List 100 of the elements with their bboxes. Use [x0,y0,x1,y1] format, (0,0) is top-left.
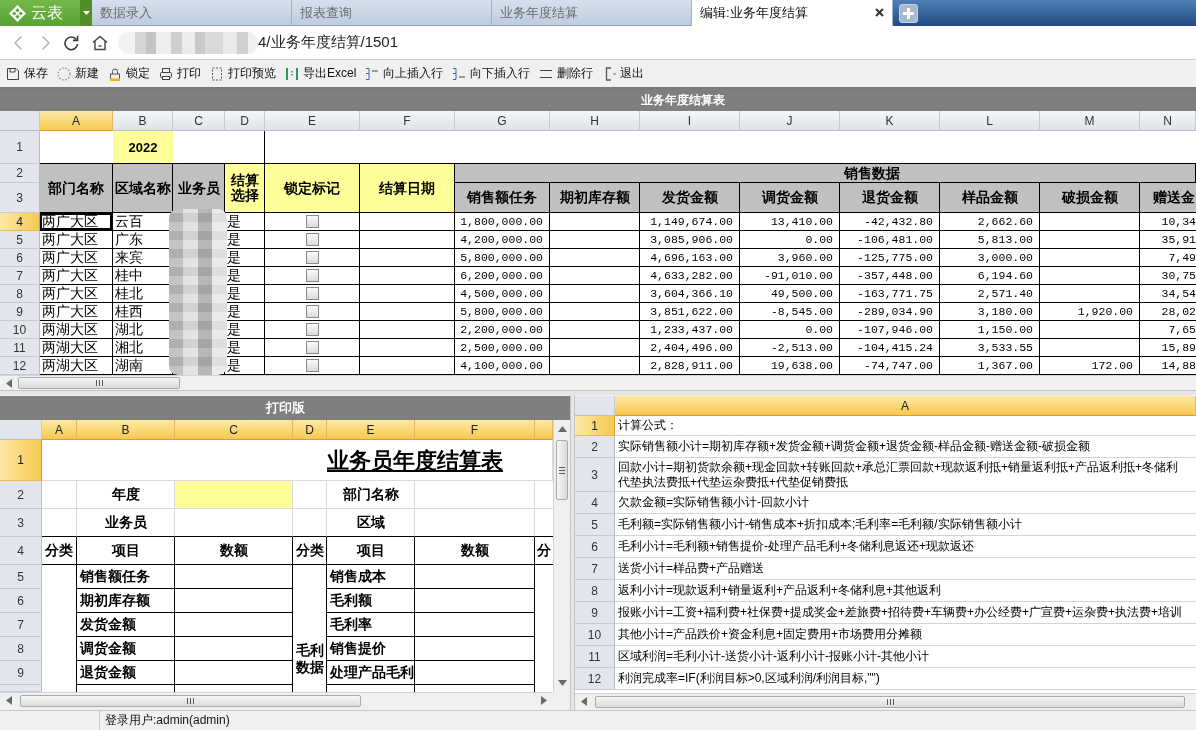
row-header[interactable]: 8 [0,637,42,661]
row-header[interactable]: 2 [575,436,615,458]
toolbar-button[interactable]: 删除行 [539,62,594,85]
scrollbar-thumb[interactable] [18,377,180,389]
row-header[interactable]: 9 [0,661,42,685]
horizontal-scrollbar[interactable] [0,692,553,708]
input-cell[interactable] [415,509,535,537]
checkbox[interactable] [305,305,319,318]
row-header[interactable]: 4 [0,213,40,231]
column-header[interactable]: G [455,111,550,131]
scroll-up-arrow-icon[interactable] [557,426,567,432]
tab[interactable]: 业务年度结算 [492,0,692,26]
row-header[interactable]: 7 [575,558,615,580]
column-header[interactable]: C [173,111,225,131]
row-header[interactable]: 2 [0,481,42,509]
row-header[interactable]: 1 [575,416,615,436]
row-header[interactable]: 5 [575,514,615,536]
column-header[interactable]: I [640,111,740,131]
address-text[interactable]: 4/业务年度结算/1501 [258,33,399,52]
toolbar-button[interactable]: 打印 [159,62,201,85]
row-header[interactable]: 1 [0,131,40,164]
checkbox[interactable] [305,287,319,300]
horizontal-scrollbar[interactable] [0,375,1196,390]
row-header[interactable]: 11 [575,646,615,668]
toolbar-button[interactable]: 锁定 [108,62,150,85]
toolbar-button[interactable]: 退出 [602,62,645,85]
scroll-left-arrow-icon[interactable] [581,697,587,706]
row-header[interactable]: 2 [0,164,40,183]
row-header[interactable]: 6 [575,536,615,558]
row-header[interactable]: 12 [575,668,615,690]
column-header[interactable]: E [265,111,360,131]
row-header[interactable]: 3 [0,509,42,537]
column-header[interactable]: D [293,420,327,440]
row-header[interactable]: 10 [575,624,615,646]
input-cell[interactable] [415,481,535,509]
row-header[interactable]: 6 [0,589,42,613]
new-tab-button[interactable] [899,3,918,23]
row-header[interactable]: 10 [0,321,40,339]
checkbox[interactable] [305,323,319,336]
refresh-icon[interactable] [63,34,79,51]
checkbox[interactable] [305,359,319,372]
toolbar-button[interactable]: 向下插入行 [452,62,531,85]
scrollbar-thumb[interactable] [556,440,568,500]
scrollbar-thumb[interactable] [595,695,1185,708]
tab[interactable]: 报表查询 [292,0,492,26]
home-icon[interactable] [92,34,108,51]
checkbox[interactable] [305,251,319,264]
column-header[interactable] [535,420,553,440]
close-icon[interactable] [875,8,884,17]
scroll-left-arrow-icon[interactable] [6,378,12,388]
chevron-right-icon[interactable] [42,35,50,50]
column-header[interactable]: H [550,111,640,131]
checkbox[interactable] [305,269,319,282]
row-header[interactable]: 3 [0,183,40,213]
toolbar-button[interactable]: 导出Excel [285,62,357,85]
column-header[interactable]: F [360,111,455,131]
row-header[interactable]: 8 [575,580,615,602]
column-header[interactable]: M [1040,111,1140,131]
row-header[interactable]: 12 [0,357,40,375]
toolbar-button[interactable]: 新建 [57,62,99,85]
tab[interactable]: 编辑:业务年度结算 [692,0,893,26]
row-header[interactable]: 6 [0,249,40,267]
scroll-down-arrow-icon[interactable] [557,680,567,686]
row-header[interactable]: 9 [0,303,40,321]
row-header[interactable]: 7 [0,613,42,637]
row-header[interactable]: 7 [0,267,40,285]
row-header[interactable]: 4 [0,537,42,565]
toolbar-button[interactable]: 打印预览 [210,62,276,85]
column-header[interactable]: F [415,420,535,440]
scroll-left-arrow-icon[interactable] [6,696,12,705]
column-header[interactable]: N [1140,111,1196,131]
column-header[interactable]: L [940,111,1040,131]
row-header[interactable]: 4 [575,492,615,514]
row-header[interactable]: 8 [0,285,40,303]
column-header[interactable]: B [77,420,175,440]
checkbox[interactable] [305,233,319,246]
row-header[interactable]: 3 [575,458,615,492]
checkbox[interactable] [305,341,319,354]
toolbar-button[interactable]: 向上插入行 [365,62,444,85]
row-header[interactable]: 5 [0,565,42,589]
tab[interactable]: 数据录入 [92,0,292,26]
column-header[interactable]: A [42,420,77,440]
input-cell[interactable] [175,481,293,509]
vertical-scrollbar[interactable] [553,420,570,692]
column-header[interactable]: A [40,111,113,131]
column-header[interactable]: B [113,111,173,131]
row-header[interactable]: 1 [0,440,42,481]
dropdown-button[interactable] [80,0,92,26]
chevron-left-icon[interactable] [14,35,22,50]
toolbar-button[interactable]: 保存 [6,62,48,85]
input-cell[interactable] [175,509,293,537]
checkbox[interactable] [305,215,319,228]
column-header[interactable]: D [225,111,265,131]
horizontal-scrollbar[interactable] [575,693,1196,709]
row-header[interactable]: 5 [0,231,40,249]
row-header[interactable]: 9 [575,602,615,624]
scrollbar-thumb[interactable] [20,694,361,707]
scroll-right-arrow-icon[interactable] [541,696,547,705]
column-header[interactable]: C [175,420,293,440]
column-header[interactable]: E [327,420,415,440]
